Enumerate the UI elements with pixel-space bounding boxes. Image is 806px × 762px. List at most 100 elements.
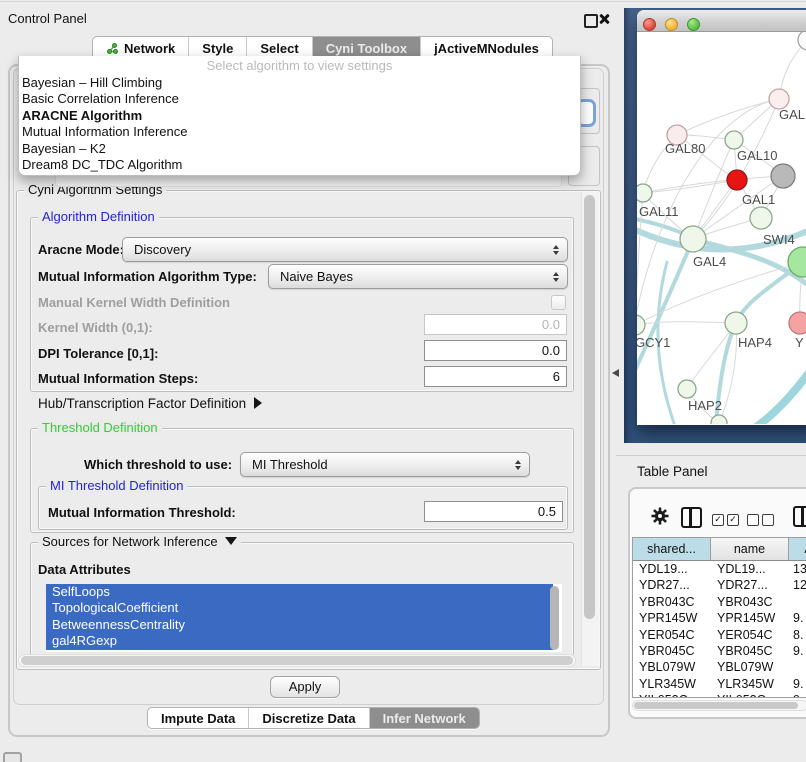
network-node[interactable] — [771, 164, 795, 188]
aracne-mode-select[interactable]: Discovery — [122, 237, 568, 262]
tab-infer-network[interactable]: Infer Network — [369, 708, 479, 728]
network-edge[interactable] — [749, 362, 806, 424]
network-edge[interactable] — [677, 99, 779, 135]
network-node-gal[interactable] — [769, 89, 789, 109]
network-edge[interactable] — [687, 323, 736, 389]
tab-impute-data[interactable]: Impute Data — [148, 708, 248, 728]
network-edge[interactable] — [643, 180, 737, 193]
table-row[interactable]: YIL052CYIL052C9. — [633, 692, 806, 698]
table-hscrollbar-thumb[interactable] — [634, 702, 798, 709]
tab-discretize-data[interactable]: Discretize Data — [248, 708, 368, 728]
mi-type-select[interactable]: Naive Bayes — [268, 264, 568, 289]
split-columns-icon[interactable] — [681, 507, 702, 528]
network-node[interactable] — [711, 415, 727, 424]
column-header[interactable]: shared... — [633, 538, 711, 561]
dropdown-item[interactable]: Bayesian – Hill Climbing — [19, 75, 580, 91]
dock-mini-icon[interactable] — [3, 752, 22, 762]
float-window-icon[interactable] — [584, 14, 598, 28]
dropdown-item-list: Bayesian – Hill ClimbingBasic Correlatio… — [19, 75, 580, 173]
table-cell: YER054C — [711, 627, 789, 643]
tab-label: Discretize Data — [262, 711, 355, 726]
network-node[interactable] — [727, 170, 747, 190]
select-all-columns-icon[interactable]: ✓✓ — [712, 511, 742, 526]
close-icon[interactable] — [598, 13, 610, 25]
attribute-list-item[interactable]: gal4RGexp — [46, 633, 553, 649]
sources-expander[interactable]: Sources for Network Inference — [38, 535, 241, 549]
network-node-hap2[interactable] — [678, 380, 696, 398]
network-node-gal4[interactable] — [680, 226, 706, 252]
unchecked-box-icon — [762, 514, 774, 526]
hub-tf-label: Hub/Transcription Factor Definition — [38, 396, 246, 411]
node-label: GAL — [779, 107, 805, 122]
table-row[interactable]: YBR043CYBR043C — [633, 594, 806, 610]
dropdown-item[interactable]: ARACNE Algorithm — [19, 108, 580, 124]
network-edge[interactable] — [637, 322, 736, 325]
hub-tf-expander[interactable]: Hub/Transcription Factor Definition — [38, 396, 262, 411]
table-cell: YDR27... — [711, 577, 789, 593]
table-cell — [789, 659, 806, 675]
table-row[interactable]: YDR27...YDR27...12 — [633, 577, 806, 593]
column-header[interactable]: name — [711, 538, 789, 561]
table-cell: YER054C — [633, 627, 711, 643]
gear-icon[interactable] — [650, 506, 670, 526]
dropdown-item[interactable]: Mutual Information Inference — [19, 124, 580, 140]
network-node-y[interactable] — [789, 312, 806, 334]
network-canvas[interactable]: GALGAL80GAL10GAL1GAL11GAL4SWI4GCY1HAP4YH… — [637, 32, 806, 424]
bottom-tab-bar: Impute Data Discretize Data Infer Network — [147, 707, 480, 729]
settings-hscrollbar-thumb[interactable] — [21, 656, 573, 665]
network-view-window[interactable]: GALGAL80GAL10GAL1GAL11GAL4SWI4GCY1HAP4YH… — [637, 10, 806, 425]
column-header[interactable]: A — [789, 538, 806, 561]
attributes-scrollbar-thumb[interactable] — [550, 586, 559, 650]
mi-type-label: Mutual Information Algorithm Type: — [38, 269, 257, 284]
close-traffic-light-icon[interactable] — [643, 18, 656, 31]
network-window-titlebar[interactable] — [637, 10, 806, 32]
network-node[interactable] — [798, 32, 806, 50]
node-label: HAP4 — [738, 335, 772, 350]
table-cell: YBR043C — [711, 594, 789, 610]
new-table-icon[interactable] — [793, 506, 806, 527]
sources-title: Sources for Network Inference — [42, 534, 218, 549]
node-label: GAL11 — [639, 204, 679, 219]
node-label: GAL10 — [737, 148, 777, 163]
table-row[interactable]: YER054CYER054C8. — [633, 627, 806, 643]
mi-steps-field[interactable]: 6 — [424, 366, 567, 387]
which-threshold-label: Which threshold to use: — [84, 457, 232, 472]
minimize-traffic-light-icon[interactable] — [665, 18, 678, 31]
settings-scrollbar-thumb[interactable] — [584, 195, 595, 619]
table-row[interactable]: YBR045CYBR045C9. — [633, 643, 806, 659]
attribute-list-item[interactable]: SelfLoops — [46, 584, 553, 600]
checked-box-icon: ✓ — [712, 514, 724, 526]
table-row[interactable]: YPR145WYPR145W9. — [633, 610, 806, 626]
network-node-gal10[interactable] — [725, 131, 743, 149]
deselect-all-columns-icon[interactable] — [747, 511, 777, 526]
splitter-arrow-icon[interactable] — [612, 369, 619, 377]
control-panel-title: Control Panel — [8, 11, 87, 26]
attribute-list-item[interactable]: TopologicalCoefficient — [46, 600, 553, 616]
network-edge[interactable] — [637, 239, 693, 375]
dropdown-item[interactable]: Bayesian – K2 — [19, 141, 580, 157]
network-node-gcy1[interactable] — [637, 315, 645, 335]
network-icon — [106, 42, 119, 55]
network-node-hap4[interactable] — [725, 312, 747, 334]
dropdown-item[interactable]: Basic Correlation Inference — [19, 91, 580, 107]
table-row[interactable]: YDL19...YDL19...13 — [633, 561, 806, 577]
table-cell: YDR27... — [633, 577, 711, 593]
network-node-gal11[interactable] — [637, 184, 652, 202]
dpi-tolerance-field[interactable]: 0.0 — [424, 340, 567, 361]
table-cell: YBL079W — [711, 659, 789, 675]
dropdown-item[interactable]: Dream8 DC_TDC Algorithm — [19, 157, 580, 173]
mi-threshold-field[interactable]: 0.5 — [424, 501, 563, 522]
which-threshold-select[interactable]: MI Threshold — [240, 452, 530, 477]
zoom-traffic-light-icon[interactable] — [687, 18, 700, 31]
network-node-gal1[interactable] — [750, 207, 772, 229]
kernel-width-field[interactable]: 0.0 — [424, 314, 567, 335]
table-cell: YIL052C — [633, 692, 711, 698]
table-row[interactable]: YBL079WYBL079W — [633, 659, 806, 675]
apply-button[interactable]: Apply — [270, 676, 340, 698]
attribute-list-item[interactable]: BetweennessCentrality — [46, 617, 553, 633]
manual-kernel-checkbox[interactable] — [551, 295, 566, 310]
table-cell: YIL052C — [711, 692, 789, 698]
table-cell: 9. — [789, 692, 806, 698]
table-row[interactable]: YLR345WYLR345W9. — [633, 676, 806, 692]
table-body: YDL19...YDL19...13YDR27...YDR27...12YBR0… — [633, 561, 806, 698]
